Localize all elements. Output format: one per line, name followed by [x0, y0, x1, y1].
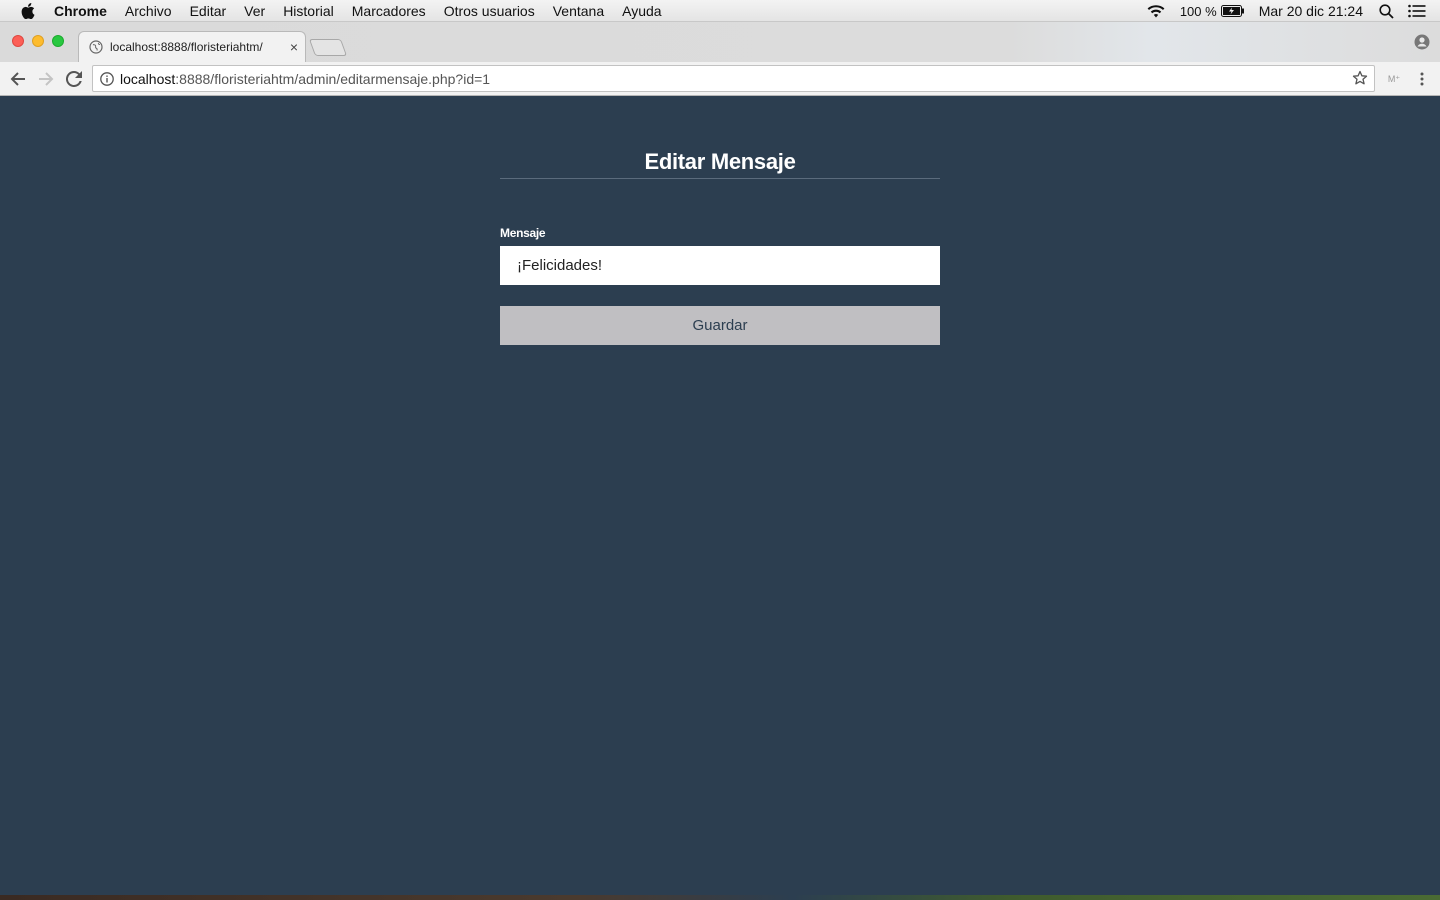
url-host: localhost [120, 70, 176, 87]
menu-ayuda[interactable]: Ayuda [622, 0, 661, 22]
edit-message-form: Editar Mensaje Mensaje Guardar [500, 97, 940, 345]
menu-otros-usuarios[interactable]: Otros usuarios [444, 0, 535, 22]
new-tab-button[interactable] [308, 39, 348, 56]
url-path: :8888/floristeriahtm/admin/editarmensaje… [175, 70, 491, 87]
page-content: Editar Mensaje Mensaje Guardar [0, 97, 1440, 895]
menu-editar[interactable]: Editar [190, 0, 227, 22]
globe-icon [89, 40, 103, 54]
tab-close-icon[interactable]: × [290, 39, 298, 55]
battery-percentage: 100 % [1179, 3, 1217, 19]
menu-ventana[interactable]: Ventana [553, 0, 604, 22]
menu-archivo[interactable]: Archivo [125, 0, 172, 22]
save-button[interactable]: Guardar [500, 306, 940, 345]
desktop-wallpaper-strip [0, 895, 1440, 900]
chrome-menu-icon[interactable] [1413, 70, 1431, 88]
menu-marcadores[interactable]: Marcadores [352, 0, 426, 22]
apple-menu-icon[interactable] [19, 0, 37, 22]
menu-historial[interactable]: Historial [283, 0, 334, 22]
browser-tab-strip: localhost:8888/floristeriahtm/ × [0, 22, 1440, 62]
minimize-window-button[interactable] [32, 35, 44, 47]
close-window-button[interactable] [12, 35, 24, 47]
battery-charging-icon[interactable] [1220, 5, 1245, 17]
menu-ver[interactable]: Ver [244, 0, 265, 22]
wifi-icon[interactable] [1146, 4, 1166, 18]
message-input[interactable] [500, 246, 940, 285]
spotlight-search-icon[interactable] [1379, 3, 1394, 19]
forward-arrow-icon[interactable] [36, 69, 56, 89]
menu-chrome[interactable]: Chrome [54, 0, 107, 22]
page-title: Editar Mensaje [644, 149, 796, 174]
title-divider [500, 178, 940, 179]
back-arrow-icon[interactable] [8, 69, 28, 89]
reload-icon[interactable] [64, 69, 84, 89]
notification-center-icon[interactable] [1408, 4, 1426, 18]
info-icon[interactable] [100, 71, 114, 86]
macos-menu-bar: Chrome Archivo Editar Ver Historial Marc… [0, 0, 1440, 22]
window-controls [12, 35, 72, 47]
address-bar[interactable]: localhost:8888/floristeriahtm/admin/edit… [92, 65, 1375, 92]
message-field-label: Mensaje [500, 226, 546, 240]
browser-tab-active[interactable]: localhost:8888/floristeriahtm/ × [78, 31, 306, 62]
tab-title: localhost:8888/floristeriahtm/ [110, 40, 263, 54]
zoom-window-button[interactable] [52, 35, 64, 47]
menubar-clock[interactable]: Mar 20 dic 21:24 [1259, 3, 1363, 19]
browser-toolbar: localhost:8888/floristeriahtm/admin/edit… [0, 62, 1440, 96]
bookmark-star-icon[interactable] [1352, 70, 1369, 87]
profile-avatar-icon[interactable] [1414, 34, 1430, 50]
extension-icon[interactable]: M⁺ [1385, 71, 1403, 87]
